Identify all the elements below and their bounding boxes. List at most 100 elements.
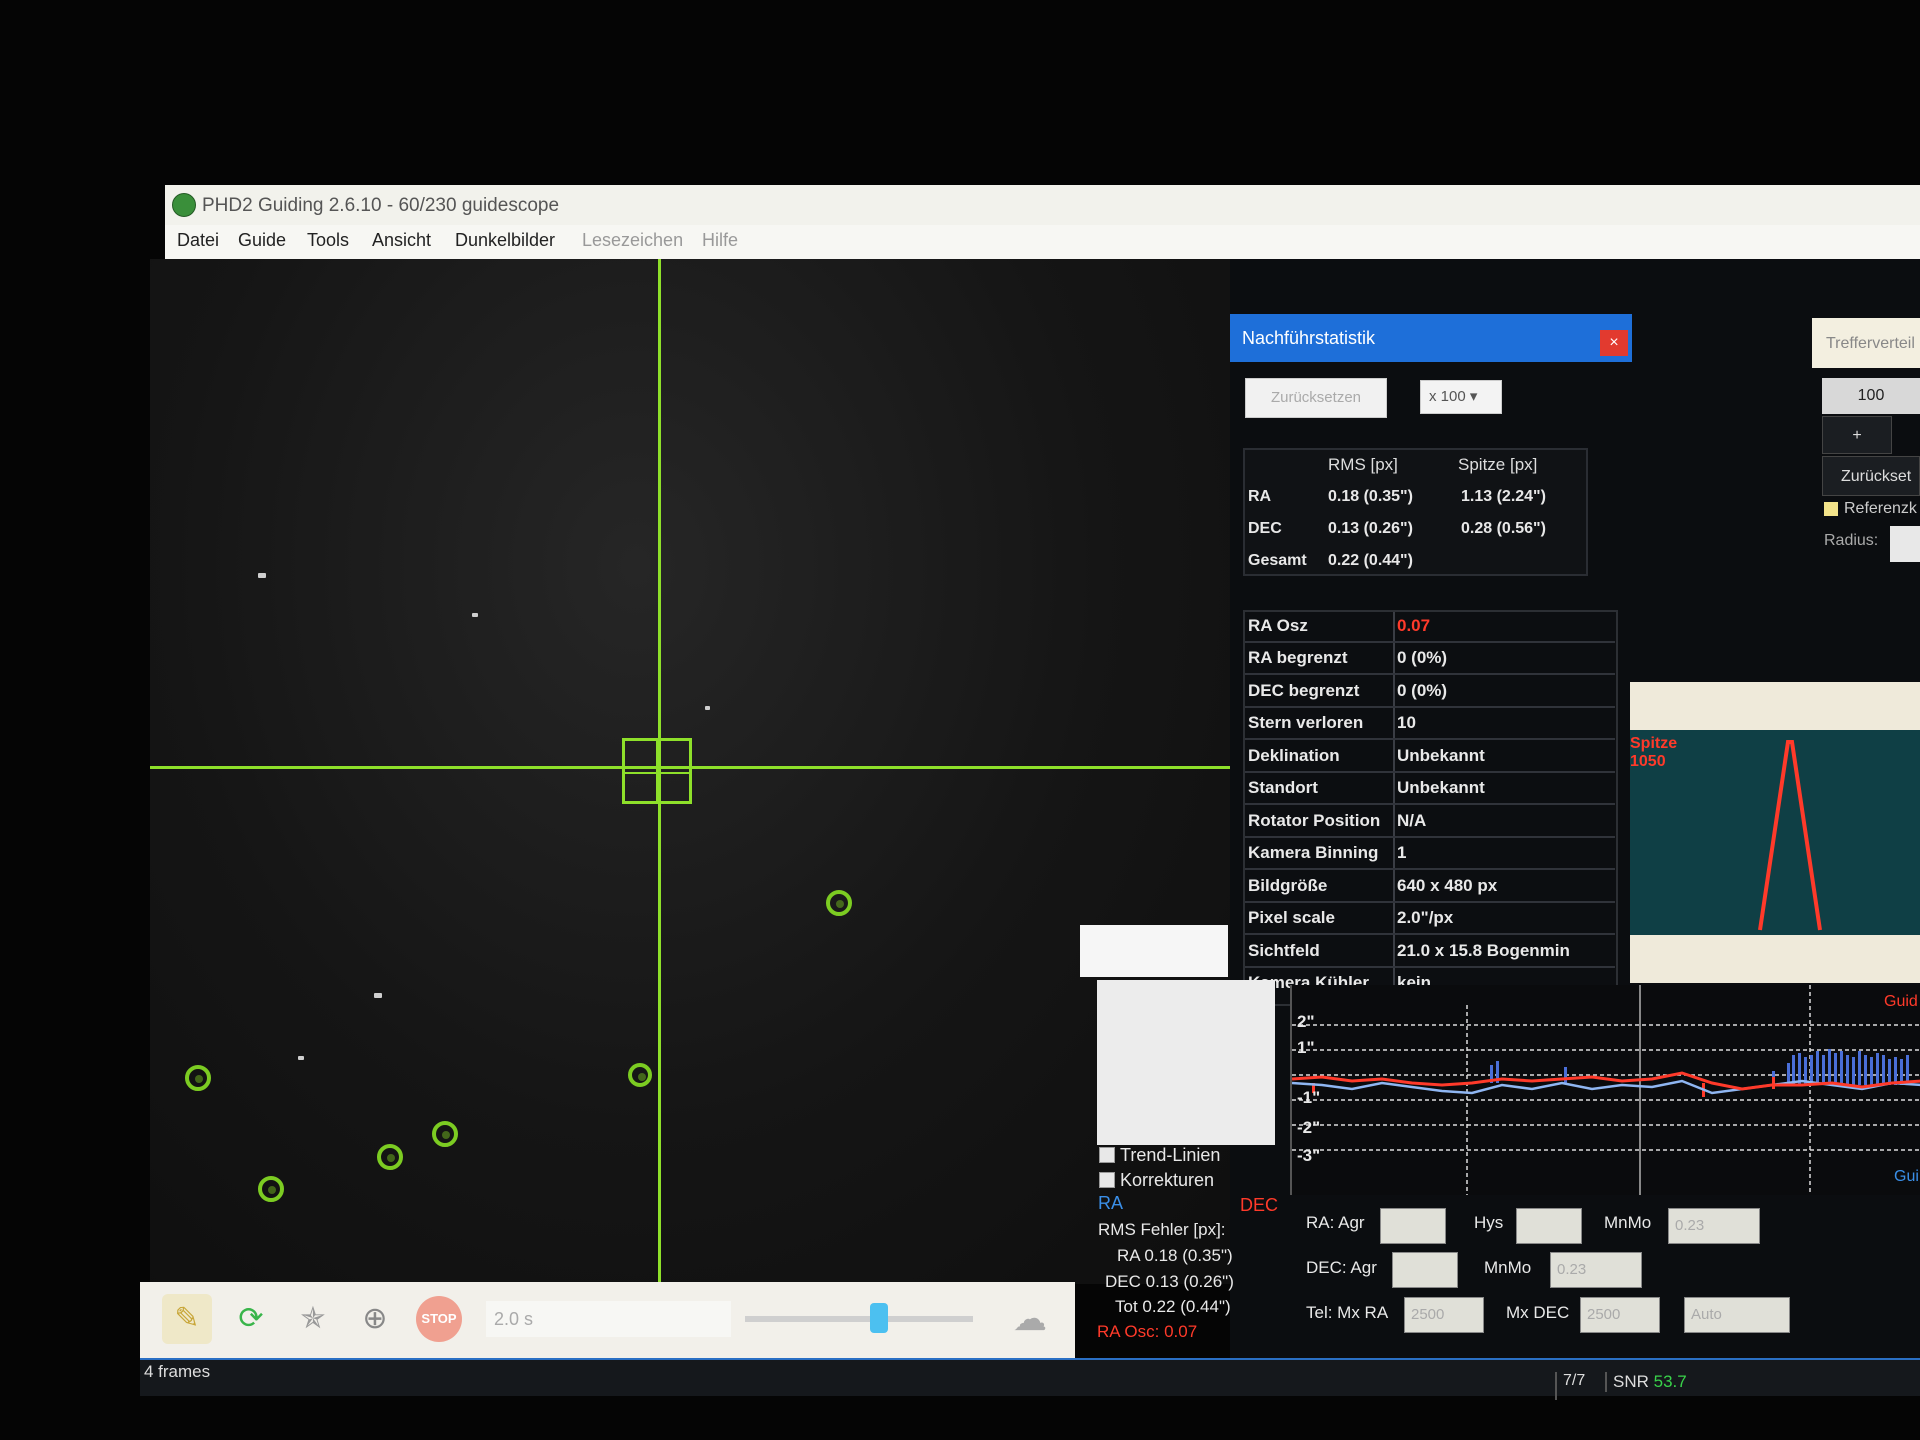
ra-agr-spinner[interactable] [1380, 1208, 1446, 1244]
info-key: Sichtfeld [1248, 941, 1320, 960]
menu-dunkelbilder[interactable]: Dunkelbilder [455, 230, 555, 251]
radius-input[interactable] [1890, 526, 1920, 562]
reference-label: Referenzk [1844, 500, 1917, 517]
peak-value: 1.13 (2.24") [1461, 488, 1546, 505]
mx-dec-spinner[interactable]: 2500 [1580, 1297, 1660, 1333]
info-key: Stern verloren [1248, 713, 1364, 732]
dec-agr-spinner[interactable] [1392, 1252, 1458, 1288]
detected-star-marker[interactable] [185, 1065, 211, 1091]
hys-spinner[interactable] [1516, 1208, 1582, 1244]
stats-range-select[interactable]: x 100 ▾ [1420, 380, 1502, 414]
detected-star-marker[interactable] [258, 1176, 284, 1202]
rms-error-title: RMS Fehler [px]: [1098, 1220, 1226, 1239]
stop-icon: STOP [416, 1296, 462, 1342]
info-value: 640 x 480 px [1397, 876, 1498, 895]
auto-select-star-icon[interactable]: ✯ [288, 1294, 338, 1344]
info-value: Unbekannt [1397, 778, 1485, 797]
rms-tot-value: Tot 0.22 (0.44") [1115, 1297, 1231, 1316]
menu-lesezeichen[interactable]: Lesezeichen [582, 230, 683, 251]
graph-legend-bottom: Gui [1894, 1168, 1919, 1185]
phd2-app-icon [172, 193, 196, 217]
menu-tools[interactable]: Tools [307, 230, 349, 251]
row-axis: DEC [1248, 520, 1282, 537]
target-reset-button[interactable]: Zurückset [1822, 456, 1920, 496]
graph-y-label: -3" [1297, 1146, 1321, 1165]
mnmo-spinner[interactable]: 0.23 [1668, 1208, 1760, 1244]
trend-lines-checkbox[interactable] [1099, 1147, 1115, 1163]
info-value: 1 [1397, 843, 1407, 862]
detected-star-marker[interactable] [377, 1144, 403, 1170]
info-value: 2.0"/px [1397, 908, 1454, 927]
target-panel-label: Trefferverteil [1826, 335, 1915, 352]
profile-footer [1630, 935, 1920, 983]
graph-canvas [1292, 985, 1920, 1195]
corrections-label: Korrekturen [1120, 1170, 1215, 1190]
status-star-count: 7/7 [1555, 1372, 1603, 1400]
corrections-checkbox[interactable] [1099, 1172, 1115, 1188]
info-value: 21.0 x 15.8 Bogenmin [1397, 941, 1570, 960]
info-key: Standort [1248, 778, 1318, 797]
rms-ra-value: RA 0.18 (0.35") [1117, 1246, 1233, 1265]
dec-mnmo-spinner[interactable]: 0.23 [1550, 1252, 1642, 1288]
menu-guide[interactable]: Guide [238, 230, 286, 251]
dec-mode-select[interactable]: Auto [1684, 1297, 1790, 1333]
zoom-in-button[interactable]: + [1822, 416, 1892, 454]
col-header-rms: RMS [px] [1328, 455, 1398, 474]
gamma-slider-thumb[interactable] [870, 1303, 888, 1333]
info-value: 10 [1397, 713, 1416, 732]
info-key: RA Osz [1248, 616, 1308, 635]
rms-value: 0.18 (0.35") [1328, 488, 1413, 505]
usb-connect-icon[interactable]: ✎ [162, 1294, 212, 1344]
mx-dec-label: Mx DEC [1506, 1303, 1570, 1322]
menu-ansicht[interactable]: Ansicht [372, 230, 431, 251]
target-count-field[interactable]: 100 [1822, 378, 1920, 414]
ra-agr-label: RA: Agr [1306, 1213, 1365, 1232]
reference-checkbox[interactable] [1824, 502, 1838, 516]
star-lock-box[interactable] [622, 738, 692, 804]
graph-y-label: 2" [1297, 1012, 1315, 1031]
rms-dec-value: DEC 0.13 (0.26") [1105, 1272, 1234, 1291]
profile-label-line2: 1050 [1630, 753, 1666, 770]
status-snr: SNR 53.7 [1605, 1372, 1687, 1392]
dec-legend: DEC [1240, 1195, 1279, 1215]
ra-osc-value: RA Osc: 0.07 [1097, 1322, 1198, 1341]
info-key: DEC begrenzt [1248, 681, 1360, 700]
guide-target-icon[interactable]: ⊕ [350, 1294, 400, 1344]
detected-star-marker[interactable] [628, 1063, 652, 1087]
dec-mnmo-label: MnMo [1484, 1258, 1532, 1277]
stop-button[interactable]: STOP [414, 1294, 464, 1344]
detected-star-marker[interactable] [826, 890, 852, 916]
info-key: Bildgröße [1248, 876, 1328, 895]
trend-lines-label: Trend-Linien [1120, 1145, 1221, 1165]
star [258, 573, 266, 578]
exposure-duration-select[interactable]: 2.0 s [486, 1301, 731, 1337]
radius-label: Radius: [1824, 532, 1879, 549]
info-value: 0 (0%) [1397, 648, 1448, 667]
graph-y-label: 1" [1297, 1038, 1315, 1057]
guide-graph[interactable] [1290, 985, 1920, 1195]
snr-value: 53.7 [1653, 1372, 1687, 1391]
info-key: Kamera Binning [1248, 843, 1379, 862]
info-key: RA begrenzt [1248, 648, 1348, 667]
loop-icon[interactable]: ⟳ [226, 1294, 276, 1344]
graph-controls-panel[interactable] [1097, 980, 1275, 1145]
close-icon[interactable]: × [1600, 330, 1628, 356]
info-key: Rotator Position [1248, 811, 1381, 830]
col-header-peak: Spitze [px] [1458, 455, 1538, 474]
chevron-down-icon: ▾ [1469, 388, 1478, 405]
range-value: x 100 [1429, 388, 1466, 405]
brain-settings-icon[interactable]: ☁ [1005, 1294, 1055, 1344]
gamma-slider-track[interactable] [745, 1316, 973, 1322]
dec-agr-label: DEC: Agr [1306, 1258, 1377, 1277]
menu-datei[interactable]: Datei [177, 230, 219, 251]
info-key: Deklination [1248, 746, 1340, 765]
graph-y-label: -1" [1297, 1088, 1321, 1107]
detected-star-marker[interactable] [432, 1121, 458, 1147]
mx-ra-spinner[interactable]: 2500 [1404, 1297, 1484, 1333]
rms-value: 0.22 (0.44") [1328, 552, 1413, 569]
profile-peak-label: Spitze 1050 [1630, 735, 1677, 771]
stats-reset-button[interactable]: Zurücksetzen [1245, 378, 1387, 418]
menu-hilfe[interactable]: Hilfe [702, 230, 738, 251]
graph-legend-top: Guid [1884, 993, 1918, 1010]
window-title: PHD2 Guiding 2.6.10 - 60/230 guidescope [202, 195, 560, 216]
